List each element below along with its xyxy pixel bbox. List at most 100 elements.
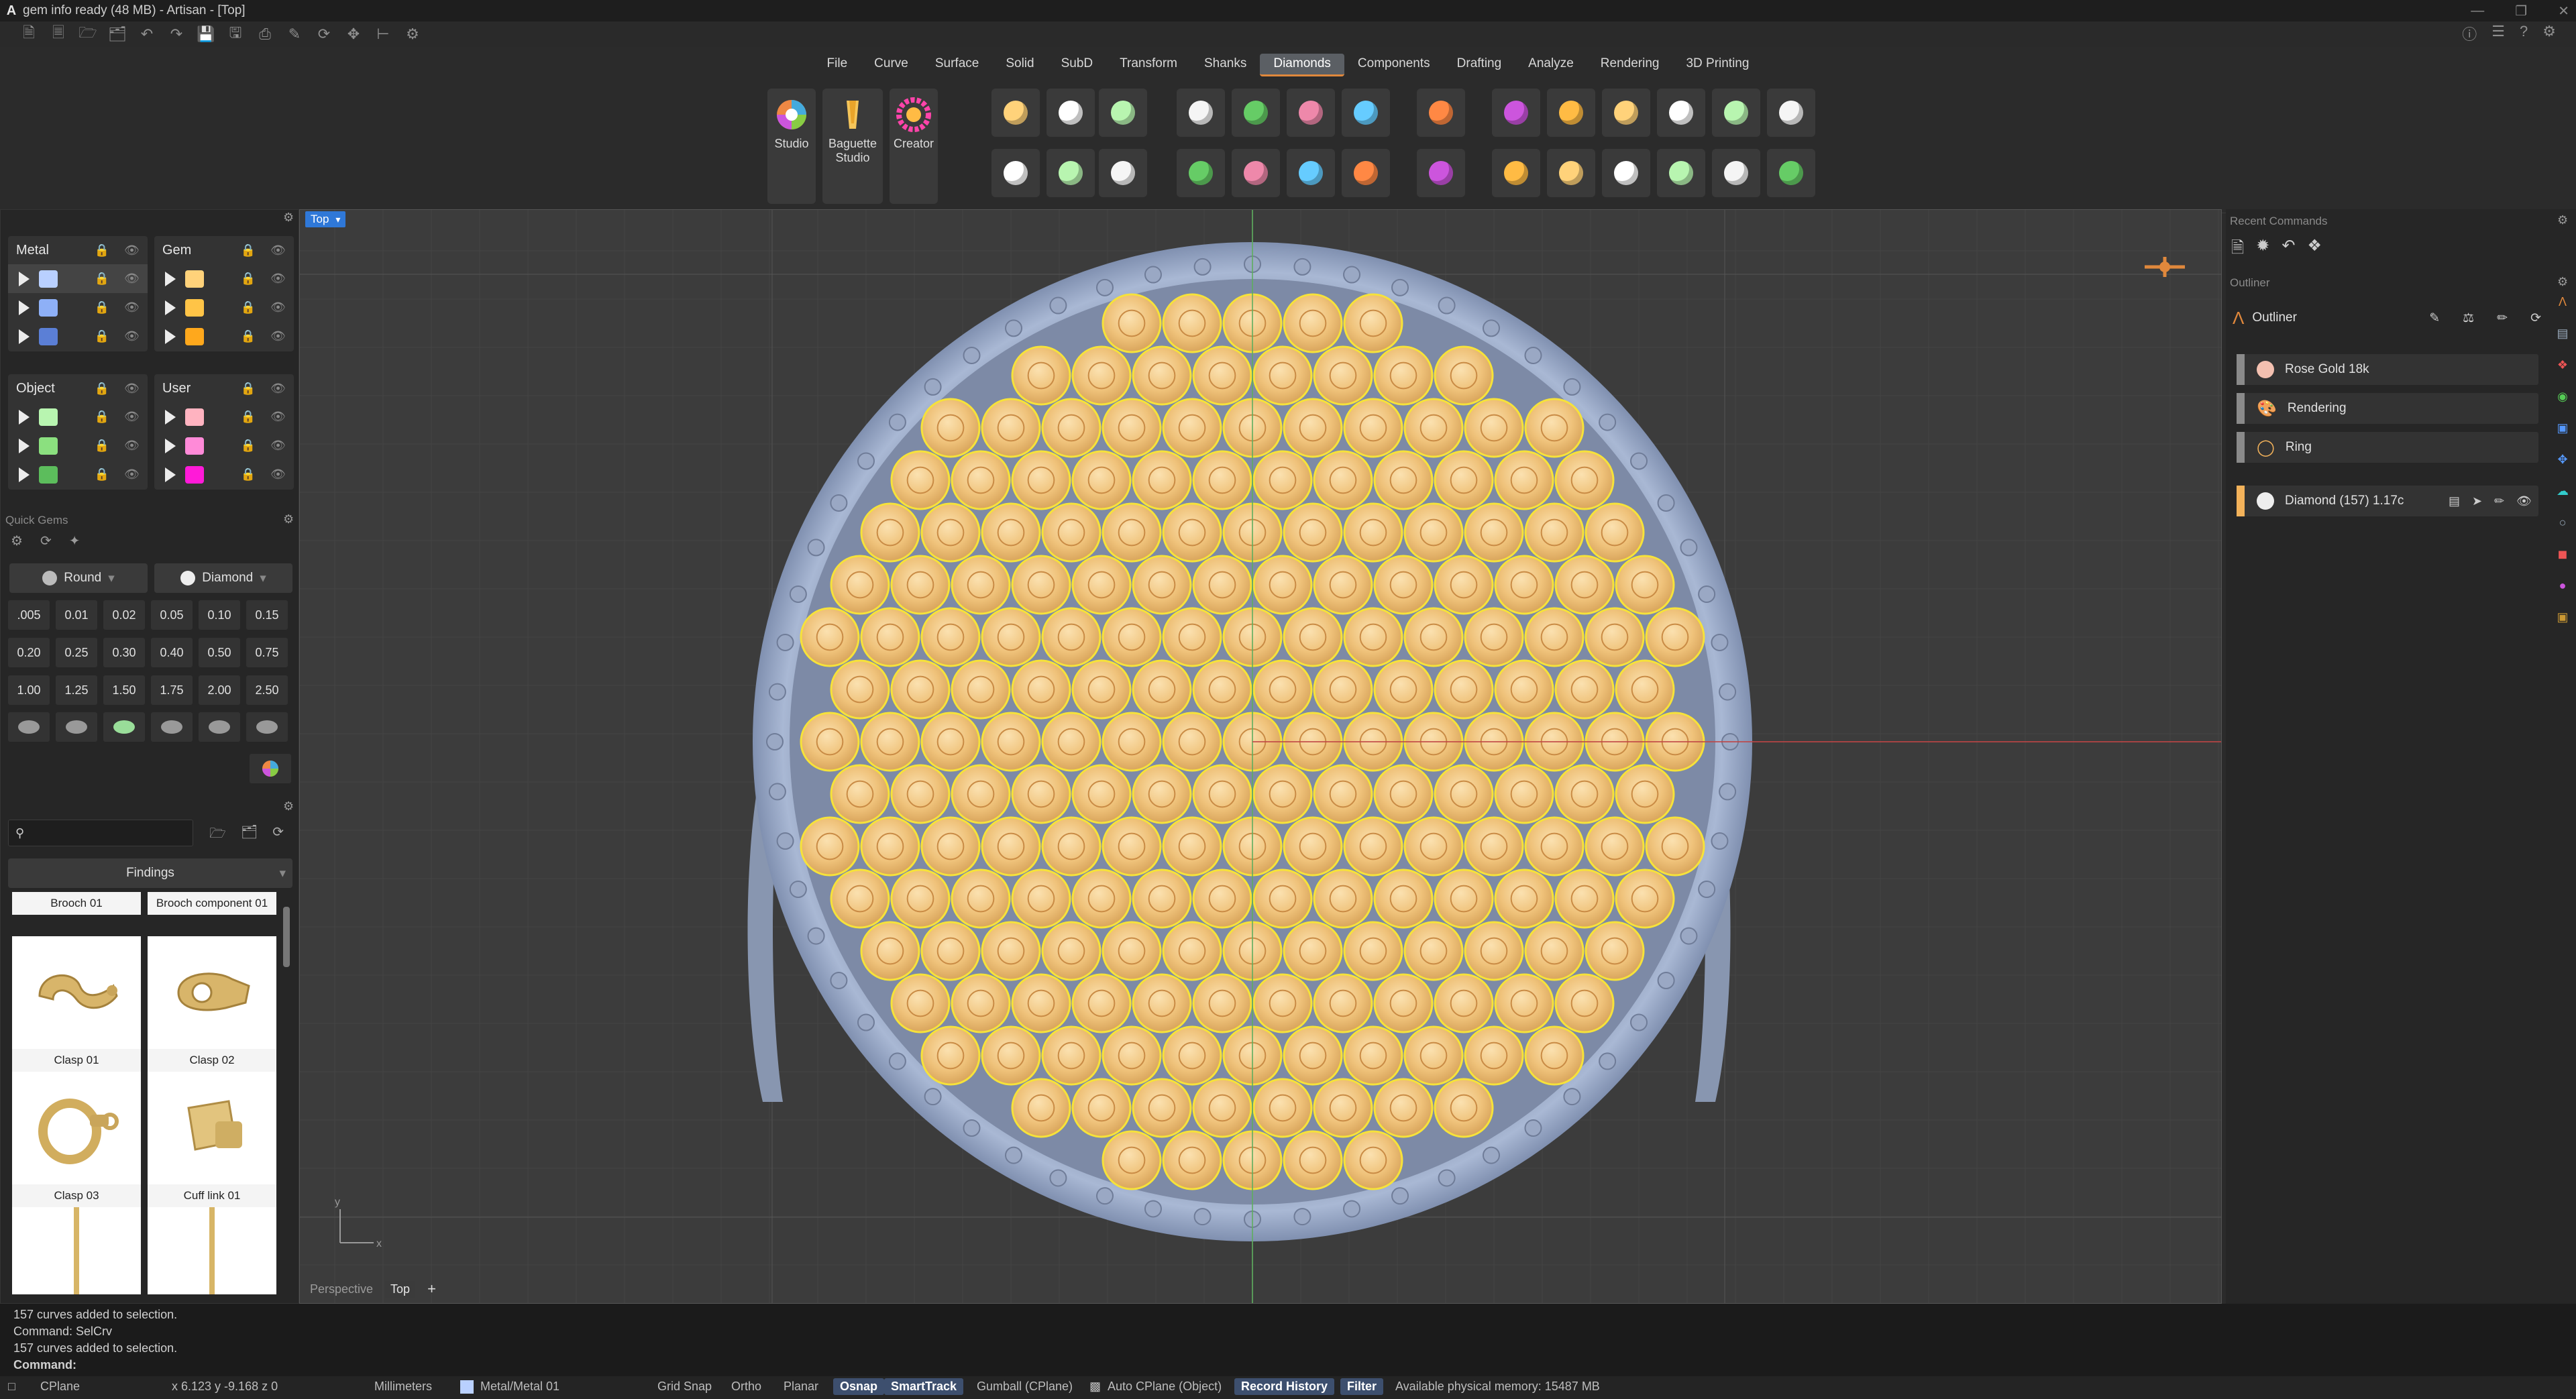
outliner-item-ring[interactable]: ◯ Ring (2237, 432, 2538, 463)
carat-size-button[interactable]: .005 (8, 600, 50, 630)
eye-icon[interactable]: 👁 (124, 410, 140, 424)
dock-library-icon[interactable]: ▣ (2557, 610, 2568, 624)
diamond-gem[interactable] (1071, 973, 1132, 1033)
diamond-gem[interactable] (1313, 869, 1373, 929)
diamond-gem[interactable] (1162, 921, 1222, 981)
diamond-gem[interactable] (890, 869, 951, 929)
layer-color-swatch[interactable] (39, 270, 58, 288)
library-item[interactable]: Cuff link 01 (148, 1072, 276, 1207)
diamond-gem[interactable] (1343, 921, 1403, 981)
diamond-gem[interactable] (981, 712, 1041, 772)
diamond-gem[interactable] (1403, 398, 1464, 458)
outliner-item-rose-gold[interactable]: Rose Gold 18k (2237, 354, 2538, 385)
diamond-gem[interactable] (1283, 502, 1343, 563)
gear-icon[interactable]: ⚙ (2542, 23, 2556, 44)
diamond-gem[interactable] (1252, 973, 1313, 1033)
diamond-gem[interactable] (1252, 450, 1313, 510)
diamond-gem[interactable] (1464, 607, 1524, 667)
diamond-gem[interactable] (1011, 555, 1071, 615)
refresh-icon[interactable]: ⟳ (2530, 311, 2541, 326)
eye-icon[interactable]: 👁 (270, 300, 286, 315)
diamond-gem[interactable] (1343, 502, 1403, 563)
status-grid-snap[interactable]: Grid Snap (657, 1380, 712, 1394)
ribbon-tool-button[interactable] (1342, 89, 1390, 137)
dock-gumball-icon[interactable]: ✥ (2557, 453, 2567, 467)
eye-icon[interactable]: 👁 (270, 467, 286, 482)
diamond-gem[interactable] (1434, 764, 1494, 824)
ribbon-tool-button[interactable] (1657, 89, 1705, 137)
diamond-gem[interactable] (1102, 502, 1162, 563)
eye-icon[interactable]: 👁 (270, 382, 286, 396)
lock-icon[interactable]: 🔒 (95, 439, 109, 453)
diamond-gem[interactable] (1313, 450, 1373, 510)
carat-size-button[interactable]: 1.75 (151, 675, 193, 705)
diamond-gem[interactable] (1403, 607, 1464, 667)
pick-icon[interactable]: ✎ (2429, 311, 2440, 326)
print-icon[interactable]: ⎙ (255, 24, 275, 44)
diamond-gem[interactable] (1403, 502, 1464, 563)
layer-color-swatch[interactable] (185, 270, 204, 288)
diamond-gem[interactable] (1343, 1025, 1403, 1086)
eye-icon[interactable]: 👁 (124, 300, 140, 315)
creator-button[interactable]: Creator (890, 89, 938, 204)
diamond-gem[interactable] (1102, 712, 1162, 772)
menu-item-components[interactable]: Components (1344, 54, 1444, 76)
diamond-gem[interactable] (1343, 293, 1403, 353)
diamond-gem[interactable] (920, 816, 981, 877)
redo-icon[interactable]: ↷ (166, 24, 186, 44)
command-line[interactable]: Command: (13, 1357, 2563, 1374)
status-planar[interactable]: Planar (784, 1380, 818, 1394)
diamond-gem[interactable] (920, 921, 981, 981)
layers-icon[interactable]: ☰ (2491, 23, 2505, 44)
eye-icon[interactable]: 👁 (270, 439, 286, 453)
layer-color-swatch[interactable] (185, 298, 204, 317)
dock-props-icon[interactable]: ▣ (2557, 421, 2568, 435)
diamond-gem[interactable] (1041, 398, 1102, 458)
diamond-gem[interactable] (1464, 398, 1524, 458)
save-icon[interactable]: 💾 (196, 24, 216, 44)
diamond-gem[interactable] (1434, 345, 1494, 406)
diamond-gem[interactable] (860, 712, 920, 772)
carat-size-button[interactable]: 0.50 (199, 638, 240, 667)
dock-layers-icon[interactable]: ▤ (2557, 327, 2568, 341)
diamond-gem[interactable] (1011, 764, 1071, 824)
layer-row[interactable]: 🔒 👁 (154, 322, 294, 351)
carat-size-button[interactable]: 0.01 (56, 600, 97, 630)
gem-setting-button[interactable] (56, 712, 97, 742)
diamond-gem[interactable] (1132, 1078, 1192, 1138)
diamond-gem[interactable] (1132, 659, 1192, 720)
diamond-gem[interactable] (1464, 921, 1524, 981)
dock-color-icon[interactable]: ◉ (2557, 390, 2568, 404)
diamond-gem[interactable] (1585, 816, 1645, 877)
menu-item-curve[interactable]: Curve (861, 54, 922, 76)
ribbon-tool-button[interactable] (1232, 89, 1280, 137)
play-icon[interactable] (165, 329, 176, 344)
diamond-gem[interactable] (1071, 345, 1132, 406)
play-icon[interactable] (19, 271, 30, 286)
carat-size-button[interactable]: 1.50 (103, 675, 145, 705)
menu-item-3d-printing[interactable]: 3D Printing (1672, 54, 1762, 76)
diamond-gem[interactable] (1071, 869, 1132, 929)
dock-gem-icon[interactable]: ❖ (2557, 358, 2568, 372)
diamond-gem[interactable] (1373, 450, 1434, 510)
menu-item-shanks[interactable]: Shanks (1191, 54, 1260, 76)
diamond-gem[interactable] (1041, 712, 1102, 772)
status-record-history[interactable]: Record History (1234, 1378, 1335, 1395)
library-scrollbar[interactable] (283, 907, 290, 967)
diamond-gem[interactable] (1041, 1025, 1102, 1086)
diamond-gem[interactable] (1373, 345, 1434, 406)
layer-row[interactable]: 🔒 👁 (8, 293, 148, 322)
status-auto-cplane[interactable]: ▩ Auto CPlane (Object) (1089, 1380, 1222, 1394)
play-icon[interactable] (19, 438, 30, 453)
diamond-gem[interactable] (860, 607, 920, 667)
diamond-gem[interactable] (860, 921, 920, 981)
viewport-top[interactable]: y x Top ▾ (299, 209, 2222, 1304)
viewport-label-tab[interactable]: Top ▾ (305, 211, 346, 227)
ribbon-tool-button[interactable] (1657, 149, 1705, 197)
diamond-gem[interactable] (951, 869, 1011, 929)
ribbon-tool-button[interactable] (1046, 89, 1095, 137)
ribbon-tool-button[interactable] (1342, 149, 1390, 197)
diamond-gem[interactable] (890, 555, 951, 615)
diamond-gem[interactable] (1283, 398, 1343, 458)
command-gem-icon[interactable]: ✹ (2256, 236, 2269, 264)
